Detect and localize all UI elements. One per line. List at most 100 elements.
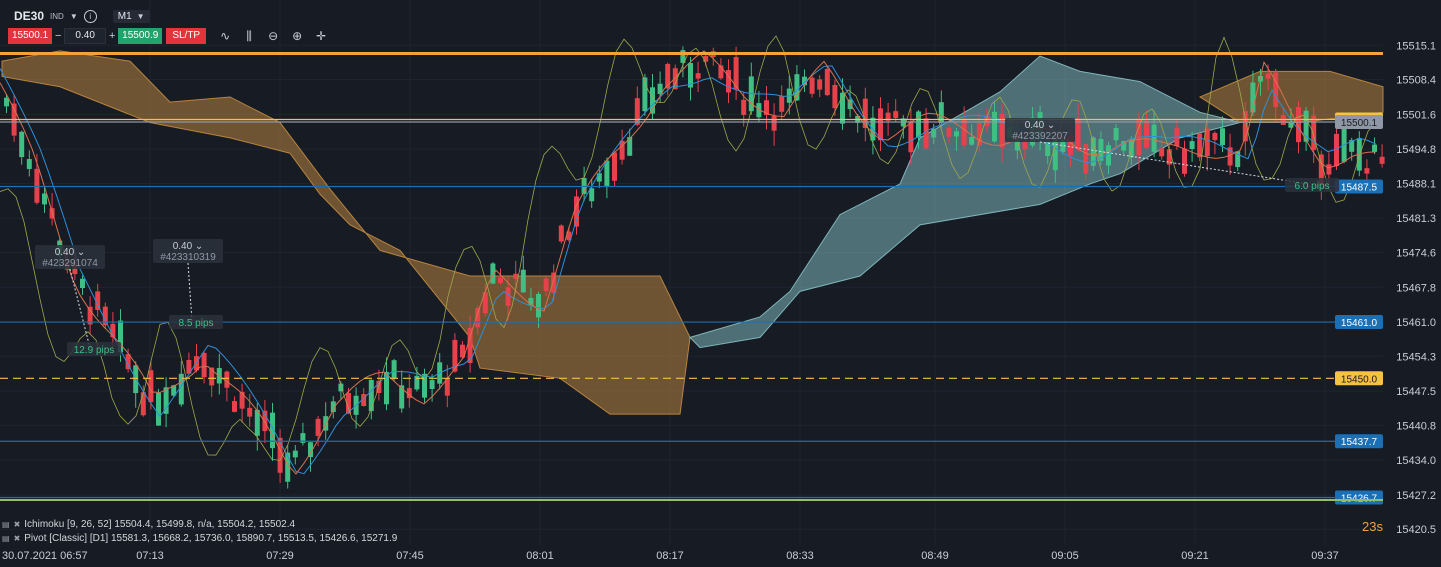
crosshair-icon[interactable]: ✛: [314, 29, 328, 44]
quantity-input[interactable]: 0.40: [64, 28, 107, 44]
price-axis-tick: 15474.6: [1396, 247, 1436, 259]
candle-body: [1220, 128, 1225, 146]
trade-marker-id: #423291074: [42, 258, 98, 269]
price-axis-tick: 15508.4: [1396, 75, 1436, 87]
price-line-label: 15500.1: [1341, 118, 1378, 129]
zoom-out-icon[interactable]: ⊖: [266, 29, 280, 44]
quantity-increase-button[interactable]: +: [106, 30, 118, 42]
symbol-name[interactable]: DE30: [6, 9, 44, 23]
pivot-legend[interactable]: ▤ ✖ Pivot [Classic] [D1] 15581.3, 15668.…: [2, 533, 397, 544]
candle-body: [1326, 164, 1332, 175]
price-line-label: 15450.0: [1341, 374, 1378, 385]
timeframe-label: M1: [117, 10, 132, 22]
time-axis-tick: 09:05: [1051, 550, 1079, 562]
price-axis-tick: 15501.6: [1396, 109, 1436, 121]
quantity-decrease-button[interactable]: −: [52, 30, 64, 42]
candle-body: [1144, 120, 1149, 148]
time-axis-first-label: 30.07.2021 06:57: [2, 550, 88, 562]
candle-body: [1212, 132, 1218, 141]
candle-body: [34, 168, 40, 203]
symbol-dropdown-icon[interactable]: ▼: [70, 12, 78, 21]
candle-body: [536, 294, 541, 318]
ichimoku-legend[interactable]: ▤ ✖ Ichimoku [9, 26, 52] 15504.4, 15499.…: [2, 519, 295, 530]
candle-body: [1159, 148, 1165, 157]
price-axis-tick: 15427.2: [1396, 490, 1436, 502]
price-line-label: 15426.7: [1341, 493, 1378, 504]
price-axis-tick: 15454.3: [1396, 351, 1436, 363]
candle-body: [315, 418, 321, 436]
candle-body: [42, 193, 47, 205]
time-axis-tick: 09:37: [1311, 550, 1339, 562]
price-axis-tick: 15447.5: [1396, 386, 1436, 398]
candle-body: [558, 225, 564, 242]
trade-marker-id: #423392207: [1012, 131, 1068, 142]
ichimoku-cloud-bullish: [689, 55, 1241, 349]
candle-body: [1311, 115, 1317, 150]
candle-body: [741, 99, 747, 115]
candle-body: [543, 278, 549, 292]
candle-body: [923, 118, 929, 149]
buy-button[interactable]: 15500.9: [118, 28, 163, 44]
candle-body: [1113, 127, 1119, 141]
candle-body: [391, 360, 397, 378]
candle-body: [695, 73, 701, 79]
trade-pips-label: 8.5 pips: [178, 318, 213, 329]
candle-body: [19, 131, 25, 158]
close-icon[interactable]: ✖: [14, 534, 21, 543]
sell-button[interactable]: 15500.1: [8, 28, 53, 44]
price-axis-tick: 15440.8: [1396, 420, 1436, 432]
candle-body: [954, 131, 959, 137]
chart-toolbar: DE30 IND ▼ i M1 ▼ 15500.1 − 0.40 + 15500…: [6, 5, 346, 47]
candle-body: [908, 121, 914, 153]
candle-body: [1372, 144, 1377, 152]
sltp-button[interactable]: SL/TP: [166, 28, 207, 44]
candle-body: [505, 287, 511, 306]
bar-countdown: 23s: [1362, 519, 1383, 534]
timeframe-selector[interactable]: M1 ▼: [112, 9, 150, 23]
candle-body: [1182, 148, 1187, 174]
price-axis-tick: 15467.8: [1396, 282, 1436, 294]
time-axis-tick: 07:13: [136, 550, 164, 562]
trade-marker-size: 0.40 ⌄: [55, 247, 86, 258]
candle-body: [80, 278, 85, 289]
candle-body: [1189, 141, 1195, 149]
trade-marker-connector: [187, 262, 193, 322]
candle-body: [946, 127, 952, 137]
price-axis-tick: 15461.0: [1396, 317, 1436, 329]
candle-body: [809, 77, 815, 94]
candle-body: [1151, 124, 1157, 152]
price-axis-tick: 15481.3: [1396, 213, 1436, 225]
candle-body: [931, 128, 937, 138]
candle-body: [893, 111, 899, 118]
symbol-tag: IND: [50, 11, 64, 21]
candle-body: [4, 97, 9, 107]
price-chart[interactable]: 15500.615500.115487.515461.015450.015437…: [0, 0, 1441, 567]
candle-body: [771, 115, 777, 131]
candle-body: [969, 137, 975, 145]
price-axis-tick: 15434.0: [1396, 455, 1436, 467]
candle-body: [156, 392, 161, 426]
trade-pips-label: 12.9 pips: [74, 345, 115, 356]
candle-body: [513, 273, 519, 279]
time-axis-tick: 08:33: [786, 550, 814, 562]
price-line-label: 15437.7: [1341, 437, 1378, 448]
settings-icon[interactable]: ▤: [2, 534, 10, 543]
ichimoku-cloud-bearish: [1, 50, 691, 415]
candle-body: [26, 159, 32, 169]
trade-marker-size: 0.40 ⌄: [1025, 120, 1056, 131]
close-icon[interactable]: ✖: [14, 520, 21, 529]
zoom-in-icon[interactable]: ⊕: [290, 29, 304, 44]
trade-marker-size: 0.40 ⌄: [173, 241, 204, 252]
indicators-icon[interactable]: ⫼: [242, 29, 256, 44]
candle-body: [224, 371, 230, 388]
candle-body: [498, 277, 503, 284]
candle-body: [1128, 138, 1134, 158]
settings-icon[interactable]: ▤: [2, 520, 10, 529]
time-axis-tick: 07:29: [266, 550, 294, 562]
price-axis-tick: 15494.8: [1396, 144, 1436, 156]
line-chart-icon[interactable]: ∿: [218, 29, 232, 44]
candle-body: [824, 68, 830, 96]
candle-body: [1075, 118, 1081, 150]
time-axis-tick: 08:17: [656, 550, 684, 562]
info-icon[interactable]: i: [83, 9, 97, 23]
